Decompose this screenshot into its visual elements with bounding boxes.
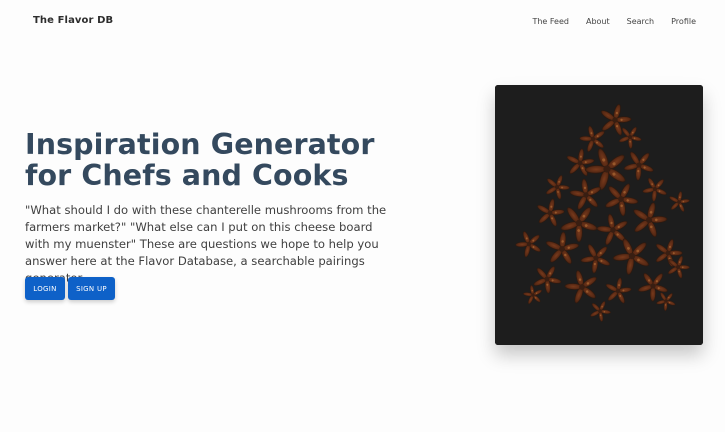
hero-image-star-anise: [495, 85, 703, 345]
landing-page: The Flavor DB The Feed About Search Prof…: [0, 0, 725, 432]
nav-link-search[interactable]: Search: [627, 17, 654, 26]
top-nav: The Feed About Search Profile: [532, 17, 696, 26]
nav-link-feed[interactable]: The Feed: [532, 17, 569, 26]
nav-link-profile[interactable]: Profile: [671, 17, 696, 26]
signup-button[interactable]: SIGN UP: [68, 277, 115, 300]
hero-description: "What should I do with these chanterelle…: [25, 203, 387, 285]
login-button[interactable]: LOGIN: [25, 277, 65, 300]
hero-actions: LOGIN SIGN UP: [25, 277, 115, 300]
star-anise-illustration: [495, 85, 703, 345]
hero-title-line-1: Inspiration Generator: [25, 128, 375, 161]
brand-logo-link[interactable]: The Flavor DB: [33, 15, 113, 26]
nav-link-about[interactable]: About: [586, 17, 610, 26]
hero-title-line-2: for Chefs and Cooks: [25, 159, 349, 192]
hero-title: Inspiration Generator for Chefs and Cook…: [25, 129, 465, 191]
